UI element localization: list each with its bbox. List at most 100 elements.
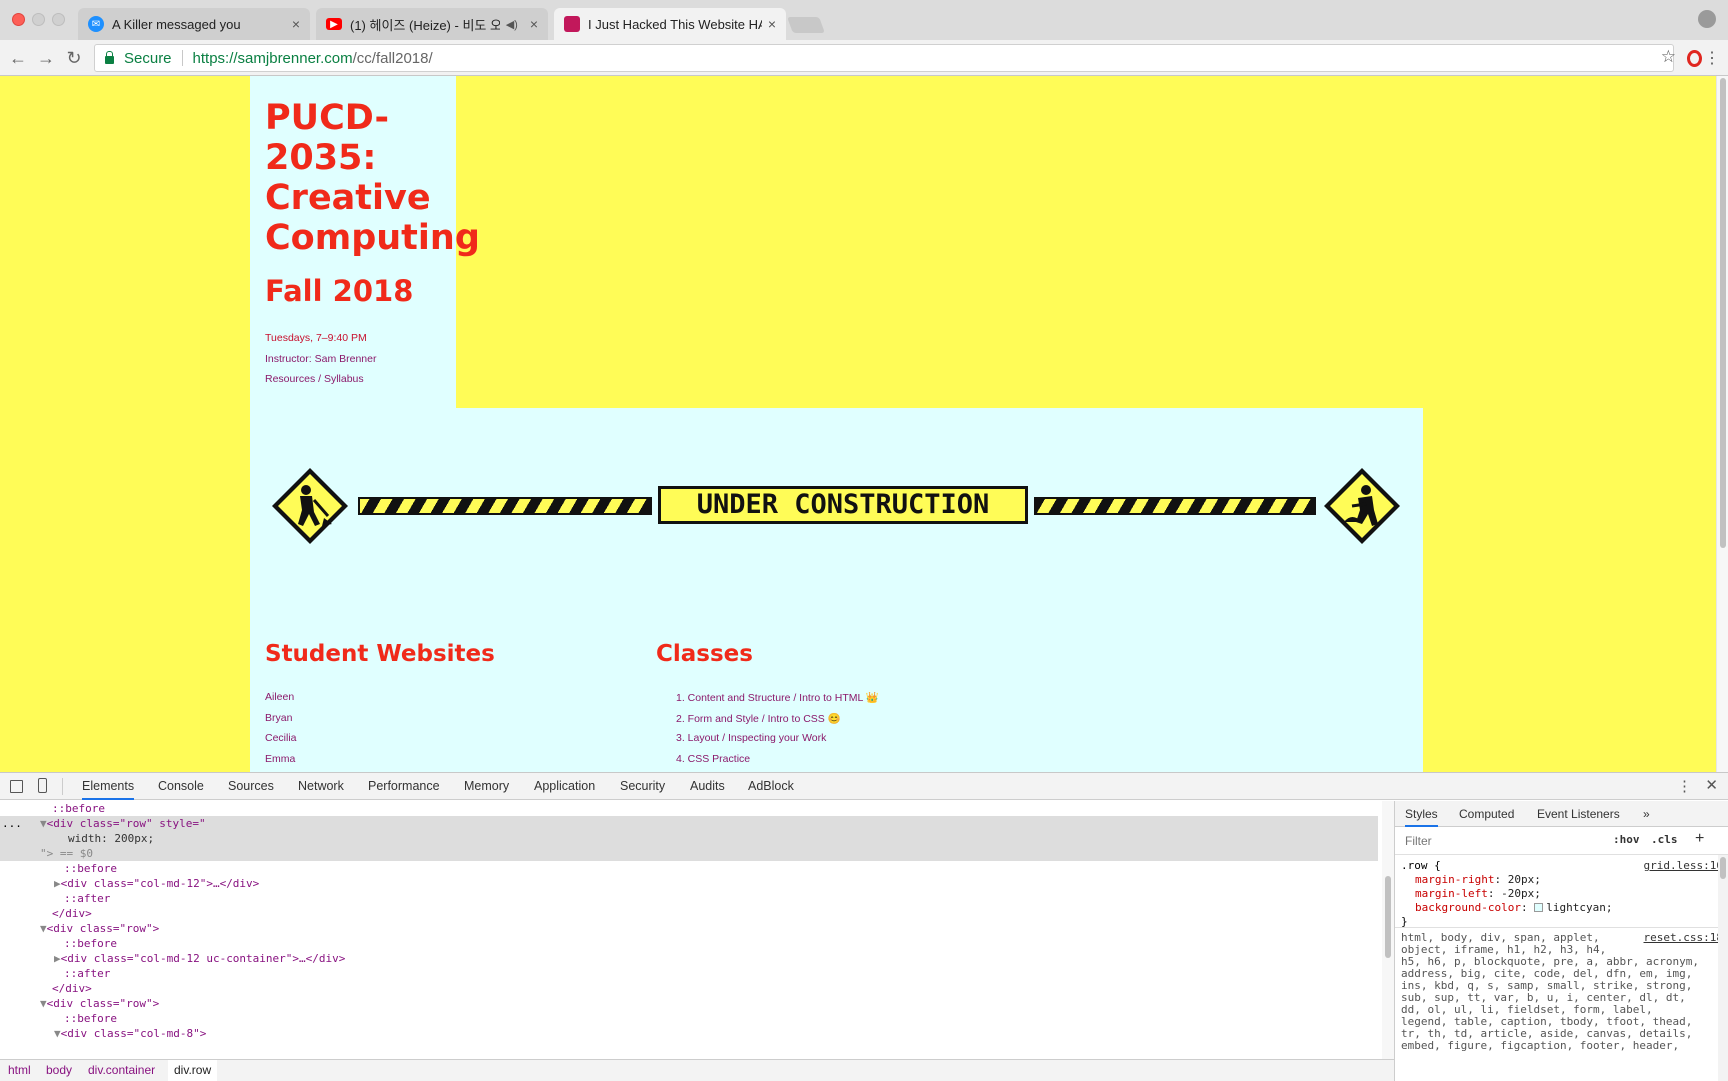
dom-tag: <div class="col-md-8"> <box>60 1027 207 1040</box>
breadcrumb-item[interactable]: div.container <box>88 1060 155 1081</box>
tab-overflow[interactable]: » <box>1643 801 1650 827</box>
youtube-icon: ▶ <box>326 18 342 30</box>
css-property[interactable]: margin-right: 20px; <box>1415 873 1541 887</box>
dom-node[interactable]: </div> <box>52 906 92 921</box>
browser-tab-youtube[interactable]: ▶ (1) 헤이즈 (Heize) - 비도 오고 그래서 (Feat. 신용재… <box>316 8 548 40</box>
new-rule-button[interactable]: + <box>1695 830 1704 848</box>
dom-node[interactable]: ▶<div class="col-md-12">…</div> <box>54 876 259 891</box>
profile-icon[interactable] <box>1698 10 1716 28</box>
dom-node[interactable]: ::before <box>52 801 105 816</box>
window-zoom-button[interactable] <box>52 13 65 26</box>
device-toolbar-icon[interactable] <box>38 778 47 793</box>
tab-title: I Just Hacked This Website HAHA <box>588 16 762 32</box>
color-swatch-icon[interactable] <box>1534 903 1544 912</box>
dom-node[interactable]: width: 200px; <box>68 831 154 846</box>
dom-node[interactable]: ::after <box>64 966 110 981</box>
dom-node[interactable]: ▼<div class="row"> <box>40 996 159 1011</box>
scrollbar-thumb[interactable] <box>1720 857 1726 879</box>
dom-node[interactable]: ▶<div class="col-md-12 uc-container">…</… <box>54 951 345 966</box>
rule-selector[interactable]: .row { <box>1401 859 1441 873</box>
caution-stripe-right <box>1034 497 1316 515</box>
devtools-tab-adblock[interactable]: AdBlock <box>748 773 794 800</box>
css-property[interactable]: margin-left: -20px; <box>1415 887 1541 901</box>
browser-tab-messenger[interactable]: ✉ A Killer messaged you × <box>78 8 310 40</box>
tab-close-icon[interactable]: × <box>292 16 300 32</box>
student-link[interactable]: Emma <box>265 753 295 765</box>
bookmark-star-icon[interactable]: ☆ <box>1661 47 1676 67</box>
devtools-tab-audits[interactable]: Audits <box>690 773 725 800</box>
audio-playing-icon[interactable]: ◀) <box>506 18 518 31</box>
browser-tab-active[interactable]: I Just Hacked This Website HAHA × <box>554 8 786 40</box>
rule-source-link[interactable]: reset.css:18 <box>1644 931 1723 944</box>
student-link[interactable]: Bryan <box>265 712 292 724</box>
expand-arrow-icon[interactable]: ▶ <box>54 877 61 890</box>
new-tab-button[interactable] <box>787 17 825 33</box>
expand-arrow-icon[interactable]: ▼ <box>40 817 47 830</box>
expand-arrow-icon[interactable]: ▼ <box>40 922 47 935</box>
breadcrumb-item-active[interactable]: div.row <box>168 1060 218 1081</box>
class-link[interactable]: 3. Layout / Inspecting your Work <box>676 732 826 744</box>
devtools-tab-console[interactable]: Console <box>158 773 204 800</box>
dom-node[interactable]: ::before <box>64 1011 117 1026</box>
expand-arrow-icon[interactable]: ▶ <box>54 952 61 965</box>
window-close-button[interactable] <box>12 13 25 26</box>
devtools-tab-network[interactable]: Network <box>298 773 344 800</box>
window-minimize-button[interactable] <box>32 13 45 26</box>
pseudo-before: ::before <box>64 862 117 875</box>
forward-button[interactable]: → <box>34 46 58 70</box>
devtools-tab-performance[interactable]: Performance <box>368 773 440 800</box>
dom-node-selected[interactable] <box>0 816 1378 861</box>
css-property[interactable]: background-color: lightcyan; <box>1415 901 1612 915</box>
breadcrumb-item[interactable]: html <box>8 1060 31 1081</box>
dom-node[interactable]: ::before <box>64 936 117 951</box>
class-link[interactable]: 4. CSS Practice <box>676 753 750 765</box>
student-link[interactable]: Cecilia <box>265 732 297 744</box>
devtools-tab-security[interactable]: Security <box>620 773 665 800</box>
reset-selector-line[interactable]: embed, figure, figcaption, footer, heade… <box>1401 1039 1679 1053</box>
dom-node[interactable]: ▼<div class="row"> <box>40 921 159 936</box>
class-link[interactable]: 2. Form and Style / Intro to CSS 😊 <box>676 712 841 725</box>
class-link[interactable]: 1. Content and Structure / Intro to HTML… <box>676 691 879 704</box>
tab-close-icon[interactable]: × <box>768 16 776 32</box>
page-scrollbar[interactable] <box>1716 76 1728 772</box>
rule-source-link[interactable]: grid.less:16 <box>1644 859 1723 872</box>
hover-state-toggle[interactable]: :hov <box>1613 833 1640 846</box>
styles-filter-input[interactable] <box>1401 831 1601 851</box>
dom-node[interactable]: ▼<div class="row" style=" <box>40 816 206 831</box>
dom-node[interactable]: ▼<div class="col-md-8"> <box>54 1026 206 1041</box>
tab-styles[interactable]: Styles <box>1405 801 1438 827</box>
pseudo-before: ::before <box>64 937 117 950</box>
styles-scrollbar[interactable] <box>1718 855 1728 1081</box>
tab-event-listeners[interactable]: Event Listeners <box>1537 801 1620 827</box>
dom-scrollbar[interactable] <box>1382 801 1394 1059</box>
dom-ellipsis[interactable]: ... <box>2 816 22 831</box>
expand-arrow-icon[interactable]: ▼ <box>54 1027 61 1040</box>
tab-computed[interactable]: Computed <box>1459 801 1514 827</box>
address-bar[interactable]: Secure https://samjbrenner.com /cc/fall2… <box>94 44 1674 72</box>
breadcrumb-item[interactable]: body <box>46 1060 72 1081</box>
back-button[interactable]: ← <box>6 46 30 70</box>
dom-node[interactable]: </div> <box>52 981 92 996</box>
devtools-menu-icon[interactable]: ⋮ <box>1677 777 1692 795</box>
dom-node[interactable]: "> == $0 <box>40 846 93 861</box>
opera-extension-icon[interactable] <box>1687 50 1702 67</box>
dom-node[interactable]: ::before <box>64 861 117 876</box>
inspect-element-icon[interactable] <box>10 780 23 793</box>
instructor-link[interactable]: Instructor: Sam Brenner <box>265 353 376 365</box>
resources-link[interactable]: Resources / Syllabus <box>265 373 364 385</box>
scrollbar-thumb[interactable] <box>1720 78 1726 548</box>
devtools-tab-application[interactable]: Application <box>534 773 595 800</box>
dom-node[interactable]: ::after <box>64 891 110 906</box>
devtools-close-icon[interactable]: ✕ <box>1705 776 1718 794</box>
scrollbar-thumb[interactable] <box>1385 876 1391 958</box>
devtools-tab-sources[interactable]: Sources <box>228 773 274 800</box>
reload-button[interactable]: ↻ <box>62 46 86 70</box>
student-link[interactable]: Aileen <box>265 691 294 703</box>
tab-close-icon[interactable]: × <box>530 16 538 32</box>
page-viewport: PUCD-2035: Creative Computing Fall 2018 … <box>0 76 1716 772</box>
devtools-tab-memory[interactable]: Memory <box>464 773 509 800</box>
class-toggle[interactable]: .cls <box>1651 833 1678 846</box>
browser-menu-icon[interactable]: ⋮ <box>1704 48 1720 68</box>
expand-arrow-icon[interactable]: ▼ <box>40 997 47 1010</box>
devtools-tab-elements[interactable]: Elements <box>82 773 135 800</box>
